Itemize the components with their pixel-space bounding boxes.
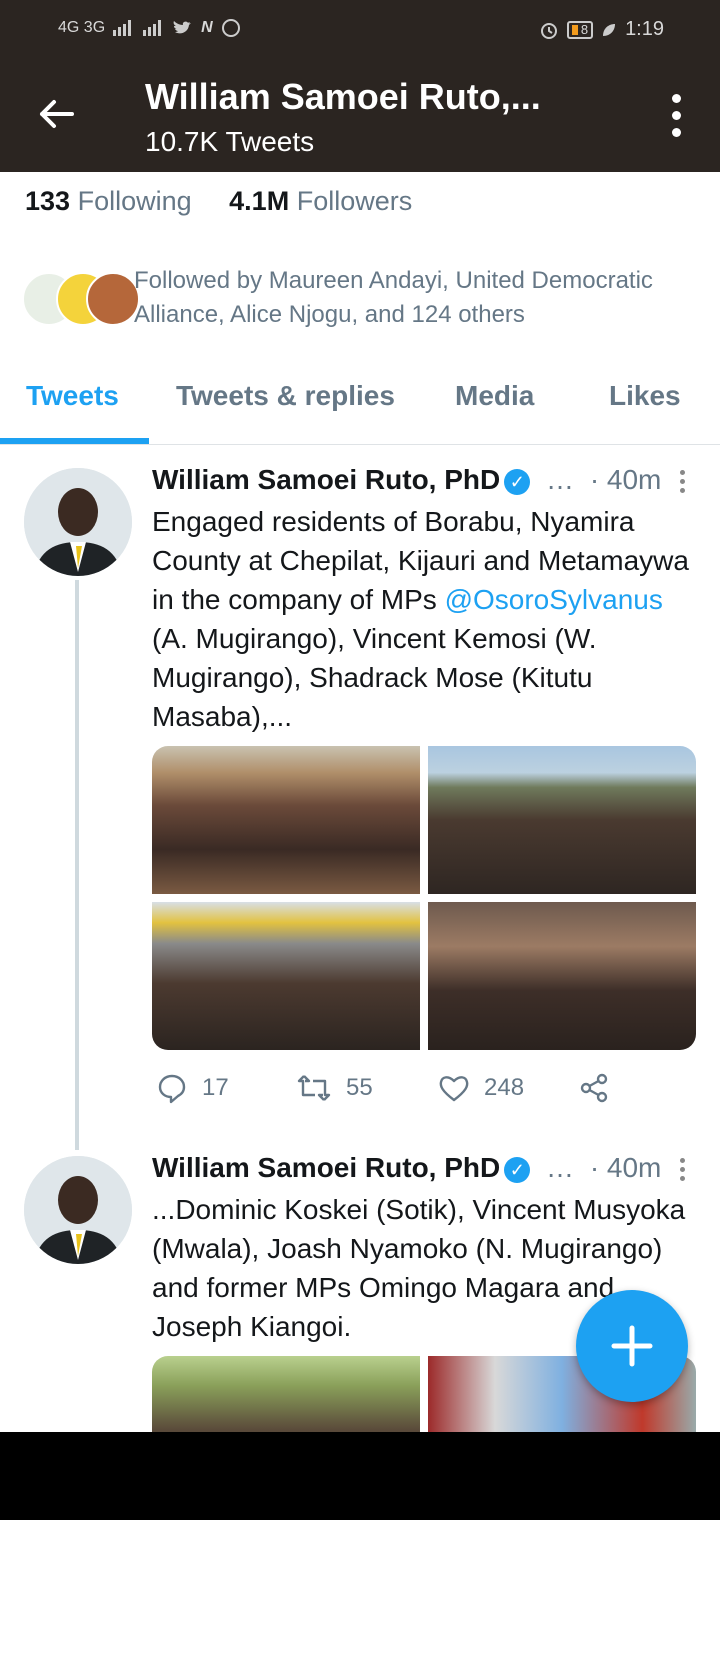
avatar[interactable] [24,1156,132,1264]
following-label: Following [77,186,192,216]
followers-label: Followers [296,186,413,216]
page-title: William Samoei Ruto,... [145,76,541,117]
tweet-more-button[interactable] [680,470,686,493]
tab-media[interactable]: Media [455,380,534,412]
retweet-icon [297,1075,331,1101]
verified-badge-icon: ✓ [504,468,531,495]
alarm-icon [540,22,557,39]
followed-by-avatars [22,272,140,326]
avatar [86,272,140,326]
followers-count: 4.1M [229,186,290,216]
share-icon [580,1073,608,1103]
profile-tabs: Tweets Tweets & replies Media Likes [0,370,720,445]
system-navigation-bar [0,1432,720,1520]
followers-link[interactable]: 4.1M Followers [229,186,412,216]
whatsapp-icon [221,19,240,37]
leaf-icon [603,23,616,36]
tweet-handle-ellipsis: … [546,1152,575,1183]
like-button[interactable]: 248 [438,1072,524,1104]
followed-by[interactable]: Followed by Maureen Andayi, United Democ… [22,264,702,334]
profile-header-bar: William Samoei Ruto,... 10.7K Tweets [0,60,720,172]
n-app-icon: N [201,19,213,36]
profile-photo [24,468,132,576]
tweet-header: William Samoei Ruto, PhD ✓ … · 40m [152,464,661,496]
reply-button[interactable]: 17 [156,1072,229,1104]
tweet-time: · 40m [589,464,662,495]
tweet-header: William Samoei Ruto, PhD ✓ … · 40m [152,1152,661,1184]
more-vertical-icon [672,94,681,103]
tweet-more-button[interactable] [680,1158,686,1181]
tweet-text: Engaged residents of Borabu, Nyamira Cou… [152,506,689,732]
tab-likes[interactable]: Likes [609,380,681,412]
reply-icon [158,1074,186,1104]
follow-stats: 133 Following 4.1M Followers [25,186,412,217]
tweet-count: 10.7K Tweets [145,126,315,157]
tweet-handle-ellipsis: … [546,464,575,495]
more-vertical-icon [680,1158,685,1163]
signal-icon-2 [143,20,162,36]
tweet-photo[interactable] [428,902,696,1050]
tweet-actions: 17 55 248 [152,1072,622,1114]
share-button[interactable] [578,1072,610,1104]
compose-tweet-button[interactable] [576,1290,688,1402]
tweet-author-name[interactable]: William Samoei Ruto, PhD [152,1152,500,1183]
followed-by-text: Followed by Maureen Andayi, United Democ… [134,267,653,328]
more-vertical-icon [680,470,685,475]
tweet-photo[interactable] [152,746,420,894]
twitter-bird-icon [173,21,192,34]
verified-badge-icon: ✓ [504,1156,531,1183]
tweet-media-grid[interactable] [152,746,696,1050]
tweet-author-name[interactable]: William Samoei Ruto, PhD [152,464,500,495]
more-options-button[interactable] [672,94,682,137]
tweet-photo[interactable] [152,902,420,1050]
reply-count: 17 [202,1074,229,1101]
plus-icon [611,1325,653,1367]
following-count: 133 [25,186,71,216]
like-count: 248 [484,1074,525,1101]
battery-level: 8 [580,22,589,37]
tweet-time: · 40m [589,1152,662,1183]
battery-icon: 8 [566,20,594,39]
network-indicator: 4G 3G [58,19,106,36]
tweet-photo[interactable] [428,746,696,894]
signal-icon [113,20,132,36]
back-arrow-icon [40,100,74,128]
status-left: 4G 3G N [58,18,241,38]
thread-connector [75,580,79,1150]
mention-link[interactable]: @OsoroSylvanus [445,584,663,615]
tab-tweets-replies[interactable]: Tweets & replies [176,380,395,412]
back-button[interactable] [36,94,76,141]
status-bar: 4G 3G N 8 1:19 [0,0,720,60]
retweet-button[interactable]: 55 [296,1072,373,1104]
clock: 1:19 [625,18,664,40]
active-tab-indicator [0,438,149,444]
heart-icon [439,1076,469,1102]
avatar[interactable] [24,468,132,576]
tab-tweets[interactable]: Tweets [26,380,119,412]
following-link[interactable]: 133 Following [25,186,192,216]
status-right: 8 1:19 [539,18,664,41]
profile-photo [24,1156,132,1264]
retweet-count: 55 [346,1074,373,1101]
